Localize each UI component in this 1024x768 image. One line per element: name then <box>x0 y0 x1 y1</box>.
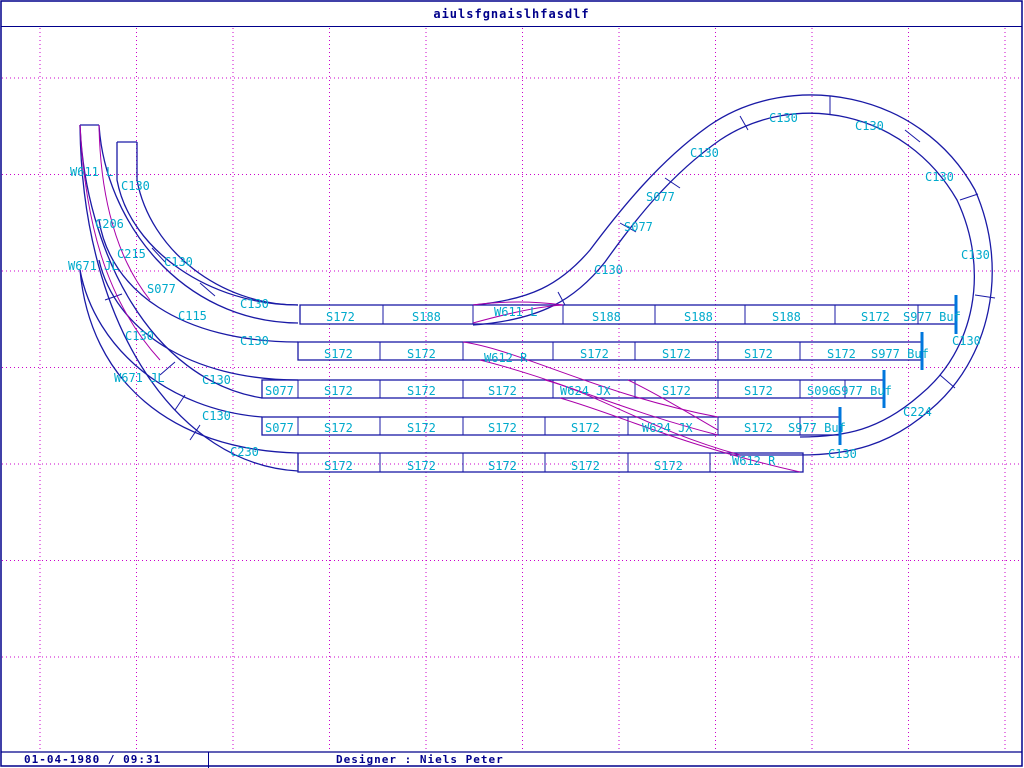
track-label: C130 <box>202 373 231 387</box>
track-label: C224 <box>903 405 932 419</box>
track-label: W671 JL <box>68 259 119 273</box>
loop-inner-rail[interactable] <box>472 112 975 438</box>
layout-window: aiulsfgnaislhfasdlf W611 L C130 C206 C21… <box>0 0 1024 768</box>
track-label: S172 <box>571 421 600 435</box>
track-label: S188 <box>684 310 713 324</box>
track-label: W611 L <box>494 305 537 319</box>
track-label: S188 <box>412 310 441 324</box>
track-label: S077 <box>624 220 653 234</box>
track-label: S077 <box>265 421 294 435</box>
track-label: C130 <box>240 334 269 348</box>
track-label: S077 <box>147 282 176 296</box>
track-label: C130 <box>121 179 150 193</box>
track-label: C130 <box>925 170 954 184</box>
track-label: S977 Buf <box>871 347 929 361</box>
track-label: S172 <box>654 459 683 473</box>
track-label: S172 <box>324 459 353 473</box>
track-label: S172 <box>488 459 517 473</box>
track-label: C130 <box>769 111 798 125</box>
track-label: S077 <box>646 190 675 204</box>
track-label: S188 <box>772 310 801 324</box>
track-label: S172 <box>407 384 436 398</box>
status-divider <box>208 752 209 768</box>
track-label: C130 <box>952 334 981 348</box>
track-label: W671 JL <box>114 371 165 385</box>
track-label: C130 <box>855 119 884 133</box>
track-label: W612 R <box>732 454 776 468</box>
track-label: S172 <box>488 384 517 398</box>
track-label: S172 <box>744 421 773 435</box>
track-label: S172 <box>571 459 600 473</box>
track-label: C130 <box>202 409 231 423</box>
track-label: S172 <box>662 347 691 361</box>
track-label: S977 Buf <box>903 310 961 324</box>
left-curve-1[interactable] <box>116 142 299 306</box>
track-label: S172 <box>324 421 353 435</box>
track-label: C130 <box>961 248 990 262</box>
track-label: S172 <box>488 421 517 435</box>
track-label: S172 <box>324 347 353 361</box>
left-curve-2[interactable] <box>98 124 299 324</box>
track-label: C130 <box>690 146 719 160</box>
track-label: C215 <box>117 247 146 261</box>
track-label: S172 <box>744 384 773 398</box>
yard-track-1[interactable] <box>299 304 957 325</box>
track-label: S172 <box>580 347 609 361</box>
track-label: S172 <box>407 459 436 473</box>
track-label: S172 <box>407 421 436 435</box>
track-label: S172 <box>324 384 353 398</box>
track-label: C130 <box>594 263 623 277</box>
designer-name: Designer : Niels Peter <box>336 753 504 766</box>
track-labels: W611 LC130C206C215C130W671 JLS077C115C13… <box>68 111 990 473</box>
track-label: C115 <box>178 309 207 323</box>
track-label: S977 Buf <box>788 421 846 435</box>
yard-track-5[interactable] <box>297 452 804 473</box>
track-label: W624 JX <box>642 421 693 435</box>
date-time: 01-04-1980 / 09:31 <box>24 753 162 766</box>
track-label: C130 <box>125 329 154 343</box>
track-label: W624 JX <box>560 384 611 398</box>
track-label: S172 <box>662 384 691 398</box>
track-label: S172 <box>744 347 773 361</box>
track-plan-canvas[interactable]: W611 LC130C206C215C130W671 JLS077C115C13… <box>0 0 1024 768</box>
track-label: S188 <box>592 310 621 324</box>
turnouts[interactable] <box>79 124 801 473</box>
track-label: S172 <box>827 347 856 361</box>
track-label: C206 <box>95 217 124 231</box>
track-label: S096 <box>807 384 836 398</box>
track-label: S172 <box>407 347 436 361</box>
track-label: C130 <box>828 447 857 461</box>
track-label: C130 <box>164 255 193 269</box>
track-label: W612 R <box>484 351 528 365</box>
track-label: S977 Buf <box>834 384 892 398</box>
track-label: C230 <box>230 445 259 459</box>
track-label: S172 <box>861 310 890 324</box>
track-label: W611 L <box>70 165 113 179</box>
status-bar: 01-04-1980 / 09:31 Designer : Niels Pete… <box>0 752 1024 768</box>
track-label: C130 <box>240 297 269 311</box>
left-curve-1b[interactable] <box>137 142 298 290</box>
track-label: S077 <box>265 384 294 398</box>
loop-outer-rail[interactable] <box>472 94 993 456</box>
track-label: S172 <box>326 310 355 324</box>
